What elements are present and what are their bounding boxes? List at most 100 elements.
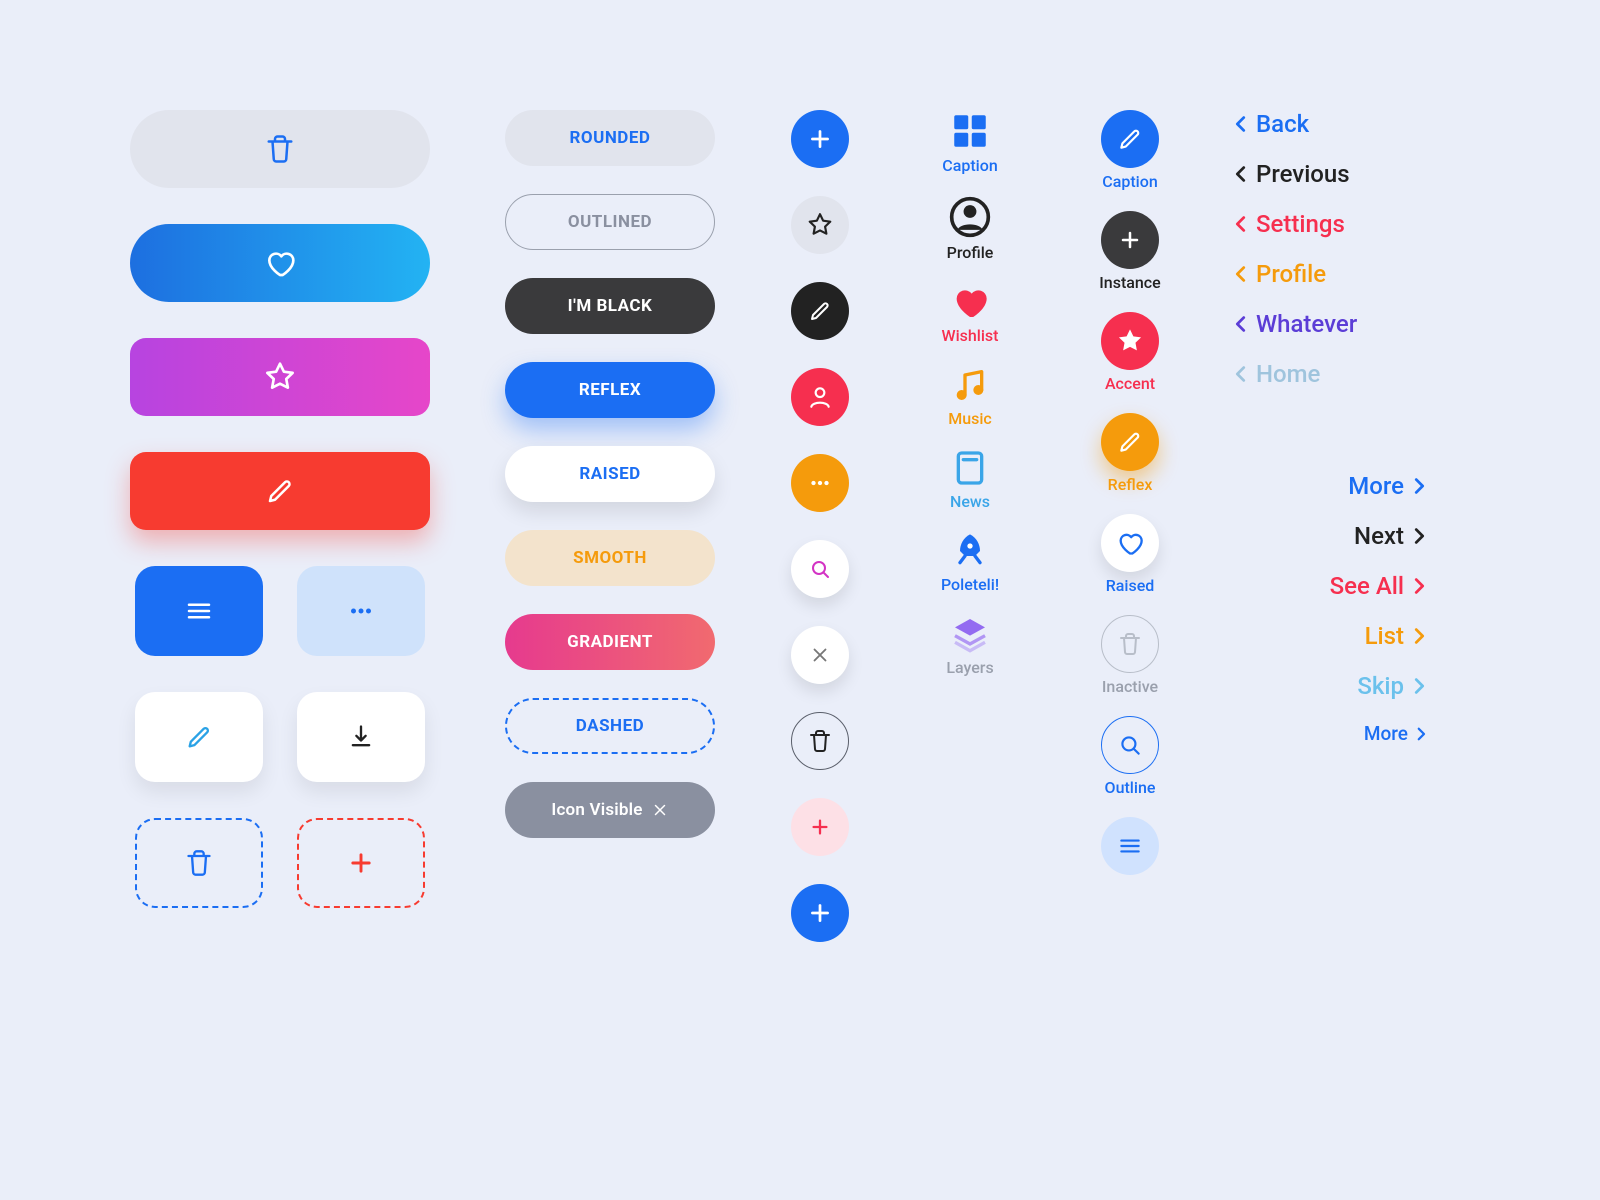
instance-circle-label: Instance bbox=[1099, 273, 1160, 292]
outlined-button[interactable]: OUTLINED bbox=[505, 194, 715, 250]
reflex-button[interactable]: REFLEX bbox=[505, 362, 715, 418]
grid-icon bbox=[949, 110, 991, 152]
trash-circle-button[interactable] bbox=[791, 712, 849, 770]
dashed-add-button[interactable] bbox=[297, 818, 425, 908]
next-link[interactable]: Next bbox=[1230, 522, 1430, 550]
dashed-trash-button[interactable] bbox=[135, 818, 263, 908]
more-small-link[interactable]: More bbox=[1230, 722, 1430, 745]
menu-icon bbox=[1117, 833, 1143, 859]
profile-icon bbox=[948, 195, 992, 239]
list-link[interactable]: List bbox=[1230, 622, 1430, 650]
raised-button[interactable]: RAISED bbox=[505, 446, 715, 502]
user-circle-button[interactable] bbox=[791, 368, 849, 426]
layers-item[interactable]: Layers bbox=[946, 614, 993, 677]
rocket-item[interactable]: Poleteli! bbox=[941, 531, 999, 594]
more-circle-button[interactable] bbox=[791, 454, 849, 512]
menu-button[interactable] bbox=[135, 566, 263, 656]
profile-nav-label: Profile bbox=[1256, 260, 1326, 288]
edit-card-button[interactable] bbox=[135, 692, 263, 782]
captioned-icons-column: Caption Profile Wishlist Music News Pole… bbox=[910, 110, 1030, 908]
chevron-left-icon bbox=[1230, 363, 1252, 385]
grid-item[interactable]: Caption bbox=[942, 110, 997, 175]
plus-icon bbox=[1118, 228, 1142, 252]
whatever-label: Whatever bbox=[1256, 310, 1357, 338]
pencil-button[interactable] bbox=[130, 452, 430, 530]
download-card-button[interactable] bbox=[297, 692, 425, 782]
rounded-button[interactable]: ROUNDED bbox=[505, 110, 715, 166]
news-label: News bbox=[950, 492, 990, 511]
profile-label: Profile bbox=[947, 243, 994, 262]
outline-circle-label: Outline bbox=[1105, 778, 1156, 797]
download-icon bbox=[347, 723, 375, 751]
black-button[interactable]: I'M BLACK bbox=[505, 278, 715, 334]
more-link[interactable]: More bbox=[1230, 472, 1430, 500]
chevron-left-icon bbox=[1230, 313, 1252, 335]
accent-circle-item[interactable]: Accent bbox=[1101, 312, 1159, 393]
chevron-left-icon bbox=[1230, 113, 1252, 135]
chevron-left-icon bbox=[1230, 213, 1252, 235]
instance-circle-item[interactable]: Instance bbox=[1099, 211, 1160, 292]
grid-label: Caption bbox=[942, 156, 997, 175]
chevron-left-icon bbox=[1230, 163, 1252, 185]
back-link[interactable]: Back bbox=[1230, 110, 1309, 138]
profile-item[interactable]: Profile bbox=[947, 195, 994, 262]
star-circle-button[interactable] bbox=[791, 196, 849, 254]
trash-icon bbox=[265, 134, 295, 164]
settings-link[interactable]: Settings bbox=[1230, 210, 1345, 238]
music-label: Music bbox=[948, 409, 992, 428]
gradient-button[interactable]: GRADIENT bbox=[505, 614, 715, 670]
raised-circle-item[interactable]: Raised bbox=[1101, 514, 1159, 595]
search-icon bbox=[1117, 732, 1143, 758]
edit-circle-button[interactable] bbox=[791, 282, 849, 340]
search-circle-button[interactable] bbox=[791, 540, 849, 598]
chevron-right-icon bbox=[1408, 525, 1430, 547]
plus-icon bbox=[347, 849, 375, 877]
skip-link[interactable]: Skip bbox=[1230, 672, 1430, 700]
see-all-link[interactable]: See All bbox=[1230, 572, 1430, 600]
more-dots-button[interactable] bbox=[297, 566, 425, 656]
skip-label: Skip bbox=[1357, 672, 1404, 700]
add-blue-circle-button[interactable] bbox=[791, 884, 849, 942]
home-link[interactable]: Home bbox=[1230, 360, 1320, 388]
outline-circle-item[interactable]: Outline bbox=[1101, 716, 1159, 797]
rocket-label: Poleteli! bbox=[941, 575, 999, 594]
reflex-circle-item[interactable]: Reflex bbox=[1101, 413, 1159, 494]
star-icon bbox=[1116, 327, 1144, 355]
trash-button[interactable] bbox=[130, 110, 430, 188]
next-label: Next bbox=[1354, 522, 1404, 550]
news-item[interactable]: News bbox=[950, 448, 990, 511]
more-small-label: More bbox=[1364, 722, 1408, 745]
heart-icon bbox=[950, 282, 990, 322]
icon-visible-button[interactable]: Icon Visible bbox=[505, 782, 715, 838]
settings-label: Settings bbox=[1256, 210, 1345, 238]
add-circle-button[interactable] bbox=[791, 110, 849, 168]
dashed-button[interactable]: DASHED bbox=[505, 698, 715, 754]
layers-icon bbox=[950, 614, 990, 654]
close-circle-button[interactable] bbox=[791, 626, 849, 684]
menu-lite-circle-button[interactable] bbox=[1101, 817, 1159, 875]
heart-icon bbox=[1116, 529, 1144, 557]
inactive-circle-item[interactable]: Inactive bbox=[1101, 615, 1159, 696]
wishlist-label: Wishlist bbox=[941, 326, 998, 345]
smooth-button[interactable]: SMOOTH bbox=[505, 530, 715, 586]
add-pink-circle-button[interactable] bbox=[791, 798, 849, 856]
dots-icon bbox=[807, 470, 833, 496]
search-icon bbox=[808, 557, 832, 581]
close-icon bbox=[809, 644, 831, 666]
reflex-circle-label: Reflex bbox=[1108, 475, 1153, 494]
heart-button[interactable] bbox=[130, 224, 430, 302]
menu-icon bbox=[184, 596, 214, 626]
pencil-icon bbox=[1117, 429, 1143, 455]
previous-link[interactable]: Previous bbox=[1230, 160, 1350, 188]
caption-circle-item[interactable]: Caption bbox=[1101, 110, 1159, 191]
nav-links-column: Back Previous Settings Profile Whatever … bbox=[1230, 110, 1430, 908]
list-label: List bbox=[1365, 622, 1404, 650]
wishlist-item[interactable]: Wishlist bbox=[941, 282, 998, 345]
profile-link[interactable]: Profile bbox=[1230, 260, 1326, 288]
music-item[interactable]: Music bbox=[948, 365, 992, 428]
whatever-link[interactable]: Whatever bbox=[1230, 310, 1357, 338]
pencil-icon bbox=[808, 299, 832, 323]
pencil-icon bbox=[185, 723, 213, 751]
star-button[interactable] bbox=[130, 338, 430, 416]
trash-icon bbox=[808, 729, 832, 753]
